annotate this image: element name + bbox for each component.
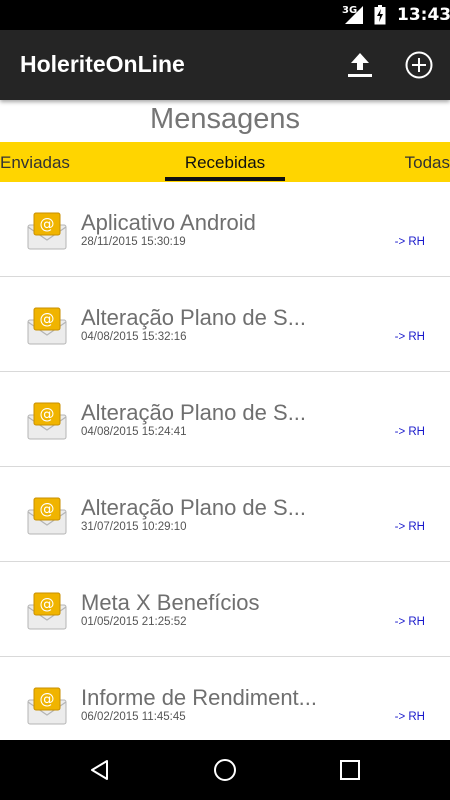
battery-charging-icon [374,5,386,25]
list-item[interactable]: @ Informe de Rendiment... 06/02/2015 11:… [0,657,450,752]
tab-recebidas[interactable]: Recebidas [165,153,285,173]
message-date: 06/02/2015 11:45:45 [81,711,186,723]
message-recipient: -> RH [394,521,425,533]
svg-text:@: @ [40,310,55,328]
message-recipient: -> RH [394,616,425,628]
list-item[interactable]: @ Meta X Benefícios 01/05/2015 21:25:52 … [0,562,450,657]
add-button[interactable] [399,45,439,85]
message-date: 31/07/2015 10:29:10 [81,521,187,533]
upload-button[interactable] [340,45,380,85]
message-subject: Meta X Benefícios [81,590,260,615]
message-subject: Informe de Rendiment... [81,685,318,710]
home-button[interactable] [210,755,240,785]
list-item[interactable]: @ Alteração Plano de S... 31/07/2015 10:… [0,467,450,562]
message-date: 04/08/2015 15:32:16 [81,331,187,343]
list-item[interactable]: @ Alteração Plano de S... 04/08/2015 15:… [0,372,450,467]
list-item[interactable]: @ Alteração Plano de S... 04/08/2015 15:… [0,277,450,372]
page-title: Mensagens [150,103,300,135]
tab-enviadas[interactable]: Enviadas [0,153,70,173]
network-type: 3G [342,5,358,16]
message-subject: Aplicativo Android [81,210,256,235]
back-button[interactable] [85,755,115,785]
status-bar: 3G 13:43 [0,0,450,30]
message-recipient: -> RH [394,426,425,438]
upload-icon [348,53,372,77]
app-title: HoleriteOnLine [20,51,185,77]
tab-indicator [165,177,285,181]
email-icon: @ [27,592,67,630]
message-subject: Alteração Plano de S... [81,495,307,520]
svg-text:@: @ [40,595,55,613]
navigation-bar [0,740,450,800]
message-recipient: -> RH [394,711,425,723]
message-date: 01/05/2015 21:25:52 [81,616,187,628]
svg-text:@: @ [40,500,55,518]
home-icon [214,759,236,781]
clock: 13:43 [397,5,450,25]
svg-text:@: @ [40,690,55,708]
back-icon [91,760,108,780]
email-icon: @ [27,497,67,535]
svg-text:@: @ [40,215,55,233]
message-recipient: -> RH [394,331,425,343]
tab-bar: Enviadas Recebidas Todas [0,142,450,182]
email-icon: @ [27,307,67,345]
app-bar: HoleriteOnLine [0,30,450,100]
add-circle-icon [405,51,433,79]
message-subject: Alteração Plano de S... [81,305,307,330]
message-date: 04/08/2015 15:24:41 [81,426,187,438]
email-icon: @ [27,687,67,725]
recents-icon [340,760,360,780]
list-item[interactable]: @ Aplicativo Android 28/11/2015 15:30:19… [0,182,450,277]
tab-todas[interactable]: Todas [405,153,450,173]
svg-text:@: @ [40,405,55,423]
message-recipient: -> RH [394,236,425,248]
recents-button[interactable] [335,755,365,785]
message-date: 28/11/2015 15:30:19 [81,236,186,248]
email-icon: @ [27,402,67,440]
email-icon: @ [27,212,67,250]
message-subject: Alteração Plano de S... [81,400,307,425]
